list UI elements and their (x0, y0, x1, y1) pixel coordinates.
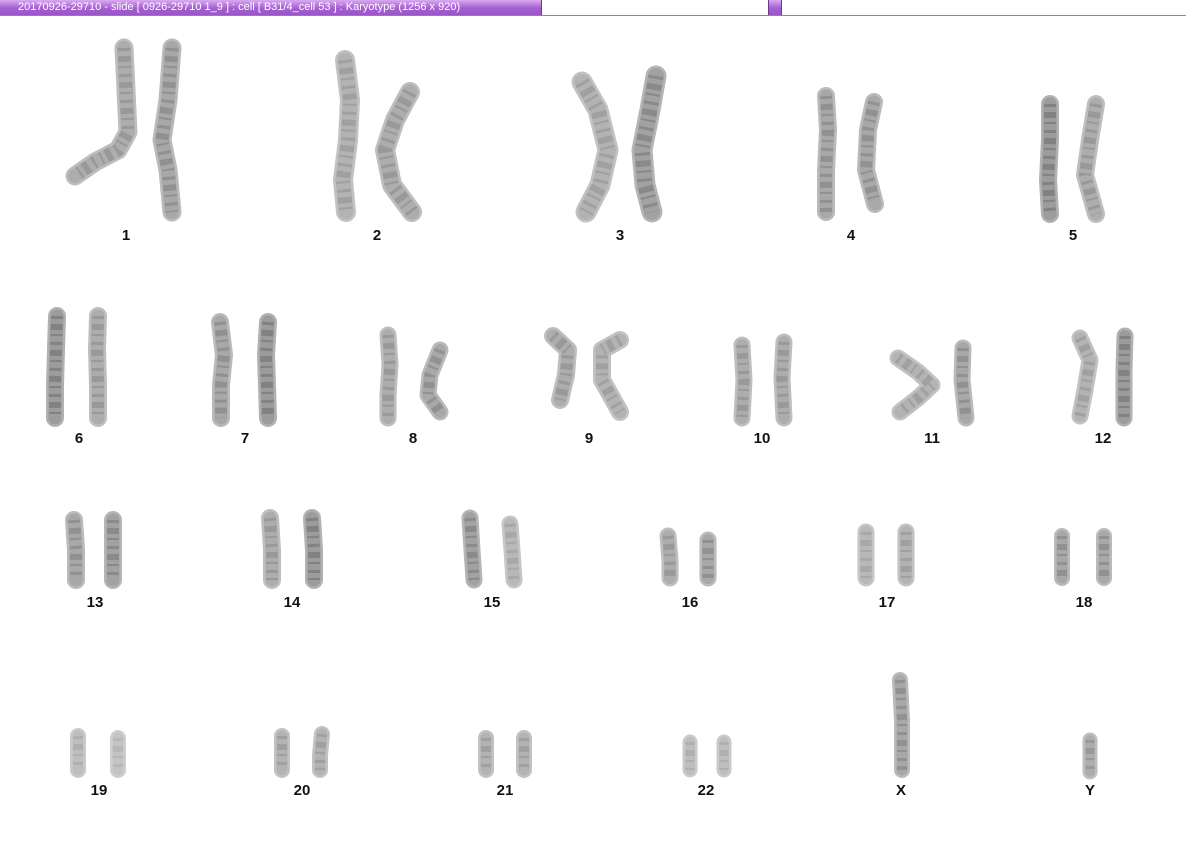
window-title-bar[interactable]: 20170926-29710 - slide [ 0926-29710 1_9 … (0, 0, 1186, 16)
title-bar-handle[interactable] (768, 0, 782, 15)
chromosome-image-y (1082, 732, 1098, 780)
chromosome-label-y: Y (1084, 782, 1096, 799)
karyotype-canvas: 1 2 3 4 5 6 7 8 9 10 11 12 13 14 15 16 17 18 19 20 21 22 X Y (0, 17, 1186, 868)
window-title-tab[interactable]: 20170926-29710 - slide [ 0926-29710 1_9 … (0, 0, 542, 15)
